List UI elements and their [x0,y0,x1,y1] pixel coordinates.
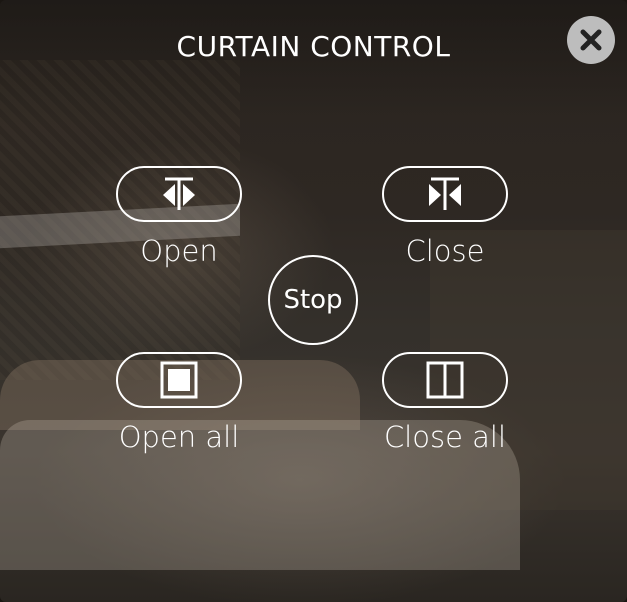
open-label: Open [140,234,218,268]
open-button[interactable] [116,166,242,222]
open-all-label: Open all [118,420,240,454]
dialog-title: CURTAIN CONTROL [176,30,451,63]
stop-button[interactable]: Stop [268,255,358,345]
curtain-open-all-icon [160,361,198,399]
close-icon [580,29,602,51]
close-button[interactable] [567,16,615,64]
curtain-control-dialog: CURTAIN CONTROL Open Close Stop Open all… [0,0,627,602]
close-label: Close [405,234,485,268]
curtain-open-icon [163,177,195,210]
curtain-close-icon [429,177,461,210]
close-all-button[interactable] [382,352,508,408]
open-all-button[interactable] [116,352,242,408]
curtain-close-all-icon [426,361,464,399]
close-all-label: Close all [383,420,507,454]
close-curtain-button[interactable] [382,166,508,222]
